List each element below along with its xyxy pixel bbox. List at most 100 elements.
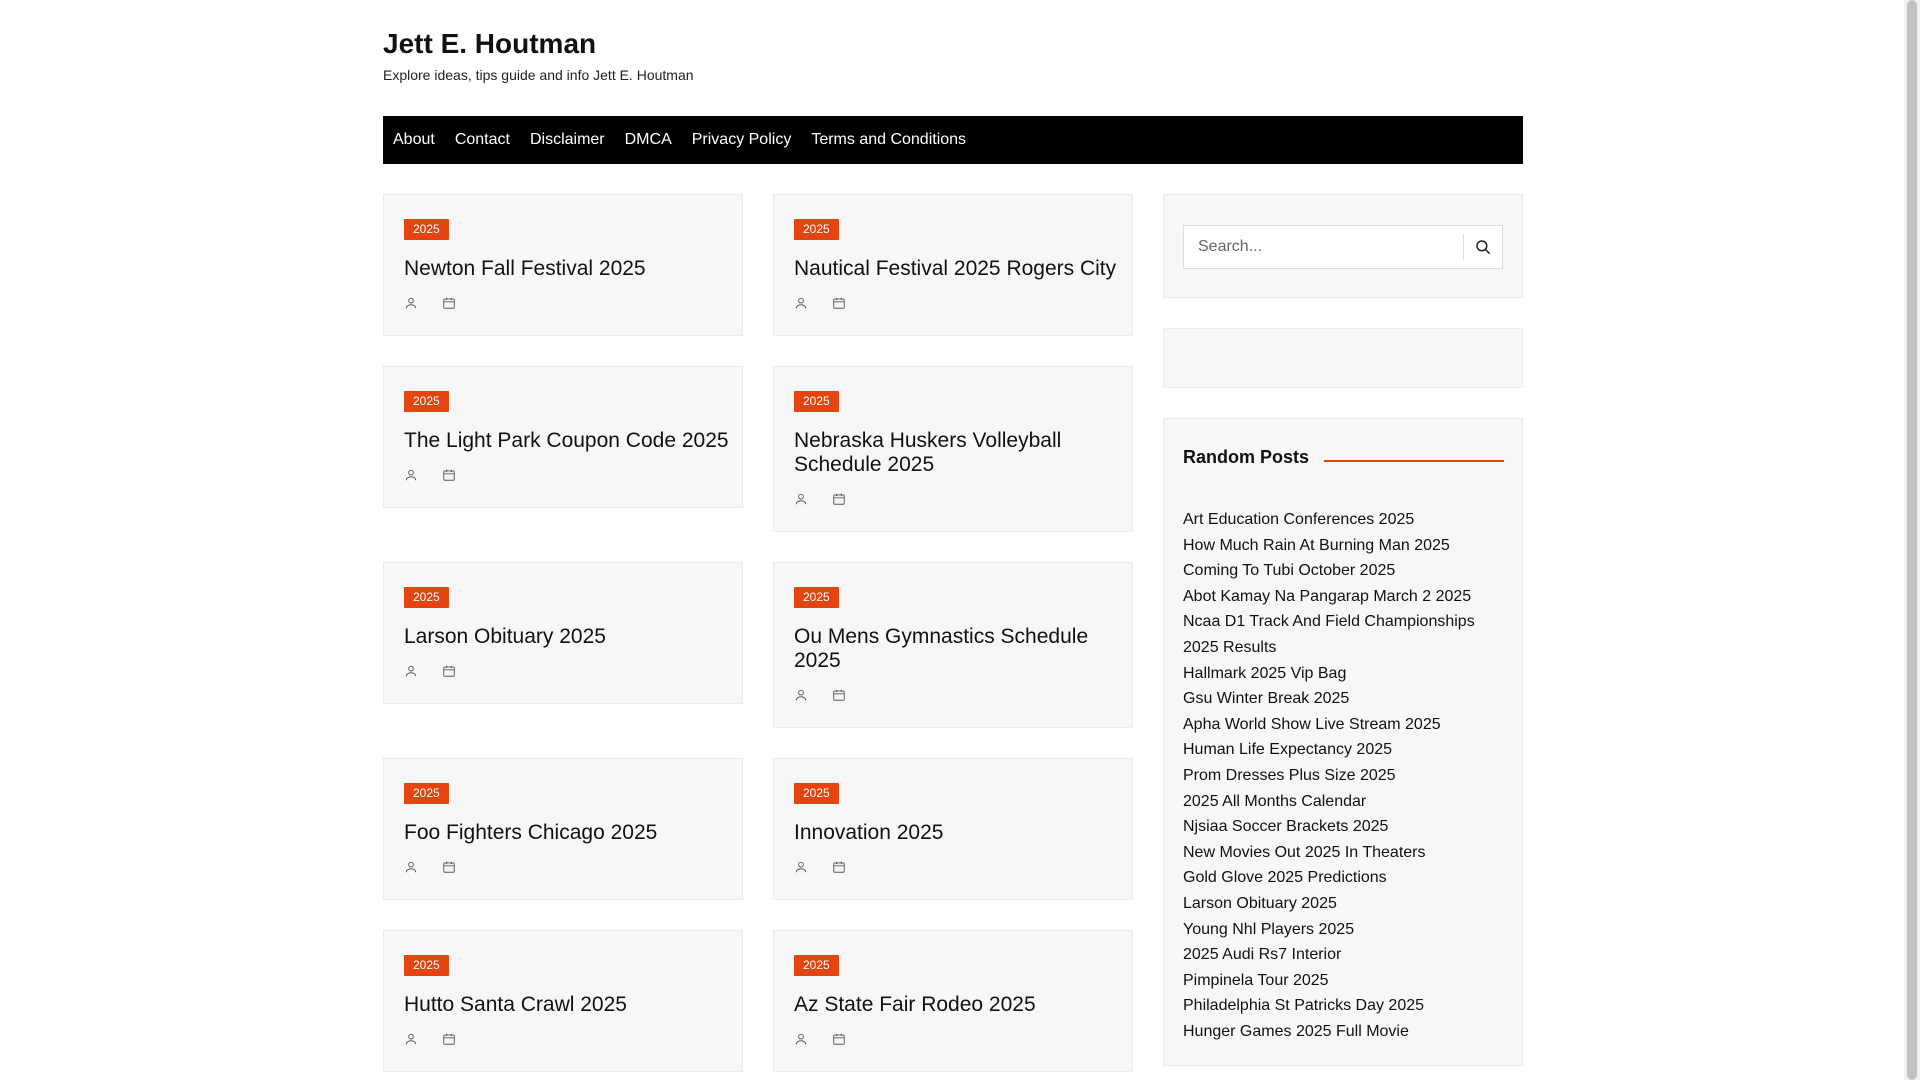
post-title[interactable]: The Light Park Coupon Code 2025 xyxy=(404,429,729,453)
post-card: 2025 Az State Fair Rodeo 2025 xyxy=(773,930,1133,1072)
user-icon[interactable] xyxy=(794,296,808,310)
post-title[interactable]: Hutto Santa Crawl 2025 xyxy=(404,993,729,1017)
post-meta xyxy=(404,1032,456,1046)
site-description: Explore ideas, tips guide and info Jett … xyxy=(383,67,694,83)
post-meta xyxy=(794,860,846,874)
post-title[interactable]: Newton Fall Festival 2025 xyxy=(404,257,729,281)
post-meta xyxy=(794,688,846,702)
random-post-link[interactable]: Coming To Tubi October 2025 xyxy=(1183,558,1503,584)
nav-about[interactable]: About xyxy=(383,116,445,164)
post-card: 2025 Ou Mens Gymnastics Schedule 2025 xyxy=(773,562,1133,728)
post-title[interactable]: Larson Obituary 2025 xyxy=(404,625,729,649)
category-badge[interactable]: 2025 xyxy=(404,587,449,608)
search-input[interactable] xyxy=(1184,226,1464,268)
calendar-icon[interactable] xyxy=(442,296,456,310)
calendar-icon[interactable] xyxy=(442,1032,456,1046)
post-meta xyxy=(794,492,846,506)
random-post-link[interactable]: Ncaa D1 Track And Field Championships 20… xyxy=(1183,609,1503,660)
random-post-link[interactable]: Njsiaa Soccer Brackets 2025 xyxy=(1183,814,1503,840)
random-post-link[interactable]: Philadelphia St Patricks Day 2025 xyxy=(1183,993,1503,1019)
user-icon[interactable] xyxy=(794,492,808,506)
category-badge[interactable]: 2025 xyxy=(404,391,449,412)
post-card: 2025 Nebraska Huskers Volleyball Schedul… xyxy=(773,366,1133,532)
post-meta xyxy=(794,1032,846,1046)
random-post-link[interactable]: New Movies Out 2025 In Theaters xyxy=(1183,840,1503,866)
random-post-link[interactable]: Hallmark 2025 Vip Bag xyxy=(1183,661,1503,687)
random-post-link[interactable]: Abot Kamay Na Pangarap March 2 2025 xyxy=(1183,584,1503,610)
random-posts-list: Art Education Conferences 2025 How Much … xyxy=(1183,507,1503,1044)
search-form xyxy=(1183,225,1503,269)
post-meta xyxy=(404,664,456,678)
category-badge[interactable]: 2025 xyxy=(794,219,839,240)
random-post-link[interactable]: Larson Obituary 2025 xyxy=(1183,891,1503,917)
category-badge[interactable]: 2025 xyxy=(794,955,839,976)
nav-privacy-policy[interactable]: Privacy Policy xyxy=(682,116,802,164)
nav-dmca[interactable]: DMCA xyxy=(615,116,682,164)
title-divider xyxy=(1324,460,1504,462)
empty-widget xyxy=(1163,328,1523,388)
post-title[interactable]: Innovation 2025 xyxy=(794,821,1119,845)
vertical-scrollbar[interactable] xyxy=(1904,0,1920,1080)
random-post-link[interactable]: Art Education Conferences 2025 xyxy=(1183,507,1503,533)
nav-contact[interactable]: Contact xyxy=(445,116,520,164)
random-posts-widget: Random Posts Art Education Conferences 2… xyxy=(1163,418,1523,1066)
post-title[interactable]: Nautical Festival 2025 Rogers City xyxy=(794,257,1119,281)
calendar-icon[interactable] xyxy=(442,860,456,874)
user-icon[interactable] xyxy=(794,860,808,874)
random-post-link[interactable]: 2025 All Months Calendar xyxy=(1183,789,1503,815)
calendar-icon[interactable] xyxy=(442,468,456,482)
main-nav: About Contact Disclaimer DMCA Privacy Po… xyxy=(383,116,1523,164)
post-title[interactable]: Az State Fair Rodeo 2025 xyxy=(794,993,1119,1017)
random-post-link[interactable]: Prom Dresses Plus Size 2025 xyxy=(1183,763,1503,789)
scrollbar-thumb[interactable] xyxy=(1907,0,1917,1080)
search-icon xyxy=(1476,240,1491,255)
post-title[interactable]: Foo Fighters Chicago 2025 xyxy=(404,821,729,845)
post-card: 2025 Hutto Santa Crawl 2025 xyxy=(383,930,743,1072)
user-icon[interactable] xyxy=(404,664,418,678)
search-widget xyxy=(1163,194,1523,298)
user-icon[interactable] xyxy=(404,296,418,310)
post-meta xyxy=(404,860,456,874)
random-post-link[interactable]: Hunger Games 2025 Full Movie xyxy=(1183,1019,1503,1045)
random-post-link[interactable]: Pimpinela Tour 2025 xyxy=(1183,968,1503,994)
category-badge[interactable]: 2025 xyxy=(794,783,839,804)
post-card: 2025 Nautical Festival 2025 Rogers City xyxy=(773,194,1133,336)
category-badge[interactable]: 2025 xyxy=(404,219,449,240)
random-post-link[interactable]: How Much Rain At Burning Man 2025 xyxy=(1183,533,1503,559)
post-card: 2025 Foo Fighters Chicago 2025 xyxy=(383,758,743,900)
post-card: 2025 The Light Park Coupon Code 2025 xyxy=(383,366,743,508)
calendar-icon[interactable] xyxy=(832,860,846,874)
random-posts-title: Random Posts xyxy=(1183,447,1310,467)
category-badge[interactable]: 2025 xyxy=(794,391,839,412)
site-title[interactable]: Jett E. Houtman xyxy=(383,28,596,60)
user-icon[interactable] xyxy=(404,468,418,482)
user-icon[interactable] xyxy=(404,860,418,874)
category-badge[interactable]: 2025 xyxy=(404,955,449,976)
nav-terms[interactable]: Terms and Conditions xyxy=(801,116,976,164)
post-card: 2025 Newton Fall Festival 2025 xyxy=(383,194,743,336)
post-meta xyxy=(404,296,456,310)
nav-disclaimer[interactable]: Disclaimer xyxy=(520,116,615,164)
random-post-link[interactable]: Gold Glove 2025 Predictions xyxy=(1183,865,1503,891)
post-meta xyxy=(404,468,456,482)
random-post-link[interactable]: Young Nhl Players 2025 xyxy=(1183,917,1503,943)
calendar-icon[interactable] xyxy=(832,296,846,310)
calendar-icon[interactable] xyxy=(442,664,456,678)
user-icon[interactable] xyxy=(794,688,808,702)
calendar-icon[interactable] xyxy=(832,492,846,506)
post-card: 2025 Innovation 2025 xyxy=(773,758,1133,900)
random-post-link[interactable]: 2025 Audi Rs7 Interior xyxy=(1183,942,1503,968)
user-icon[interactable] xyxy=(404,1032,418,1046)
post-title[interactable]: Nebraska Huskers Volleyball Schedule 202… xyxy=(794,429,1119,477)
random-post-link[interactable]: Apha World Show Live Stream 2025 xyxy=(1183,712,1503,738)
search-button[interactable] xyxy=(1463,234,1502,260)
user-icon[interactable] xyxy=(794,1032,808,1046)
category-badge[interactable]: 2025 xyxy=(794,587,839,608)
calendar-icon[interactable] xyxy=(832,1032,846,1046)
post-title[interactable]: Ou Mens Gymnastics Schedule 2025 xyxy=(794,625,1119,673)
post-card: 2025 Larson Obituary 2025 xyxy=(383,562,743,704)
random-post-link[interactable]: Human Life Expectancy 2025 xyxy=(1183,737,1503,763)
category-badge[interactable]: 2025 xyxy=(404,783,449,804)
calendar-icon[interactable] xyxy=(832,688,846,702)
random-post-link[interactable]: Gsu Winter Break 2025 xyxy=(1183,686,1503,712)
